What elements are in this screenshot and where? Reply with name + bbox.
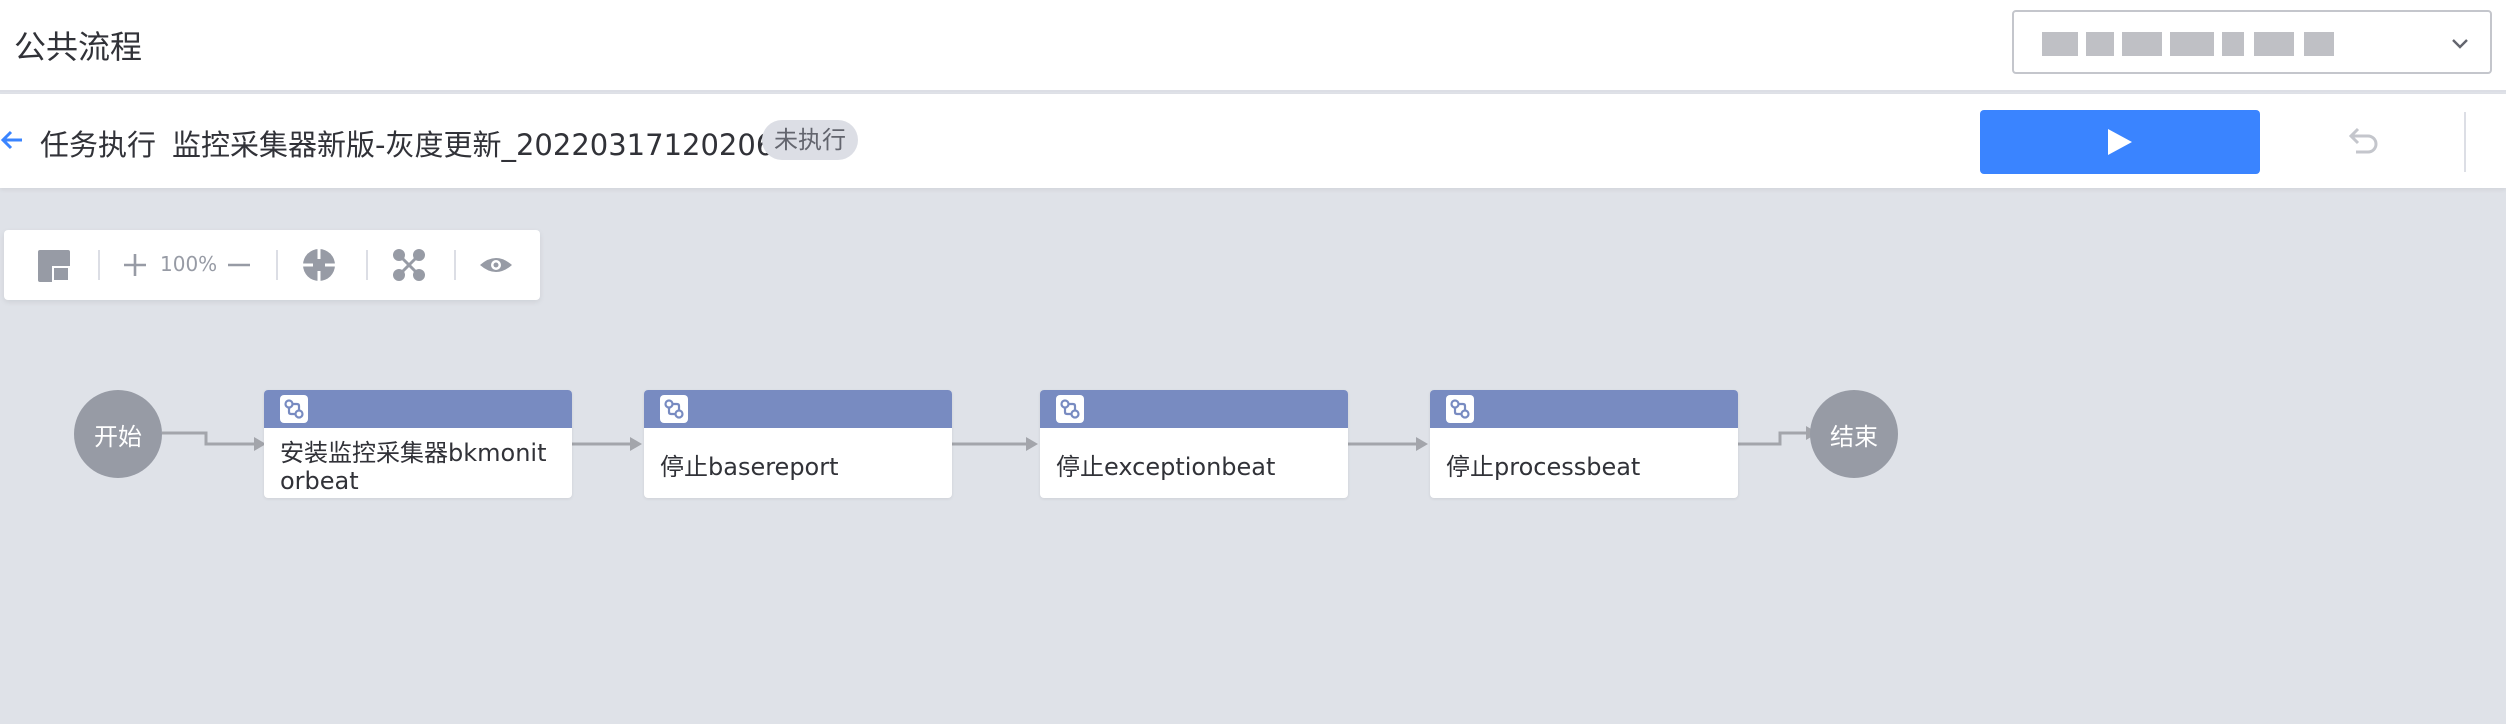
arrow-head	[1416, 437, 1428, 451]
task-node-header	[1040, 390, 1348, 428]
arrow-head	[630, 437, 642, 451]
task-node-label: 停止processbeat	[1446, 453, 1641, 481]
task-node-label: 停止basereport	[660, 453, 839, 481]
end-node-label: 结束	[1830, 422, 1878, 451]
task-node-stop-basereport[interactable]: 停止basereport	[644, 390, 952, 498]
app-root: 公共流程 任务执行 监控采集器新版-灰度更新_20220317120206 未执…	[0, 0, 2506, 724]
start-node-label: 开始	[94, 422, 142, 451]
task-node-header	[264, 390, 572, 428]
subprocess-icon	[1056, 395, 1084, 423]
task-node-label: 安装监控采集器bkmonitorbeat	[280, 439, 547, 495]
flow-edges	[162, 426, 1818, 451]
subprocess-icon	[280, 395, 308, 423]
start-node[interactable]: 开始	[74, 390, 162, 478]
edge-start-to-node1	[162, 431, 254, 446]
arrow-head	[1026, 437, 1038, 451]
task-node-label: 停止exceptionbeat	[1056, 453, 1276, 481]
subprocess-icon	[1446, 395, 1474, 423]
edge-node4-to-end	[1738, 431, 1806, 446]
subprocess-icon	[660, 395, 688, 423]
end-node[interactable]: 结束	[1810, 390, 1898, 478]
task-node-header	[644, 390, 952, 428]
task-node-install-bkmonitorbeat[interactable]: 安装监控采集器bkmonitorbeat	[264, 390, 572, 498]
task-node-stop-exceptionbeat[interactable]: 停止exceptionbeat	[1040, 390, 1348, 498]
task-node-stop-processbeat[interactable]: 停止processbeat	[1430, 390, 1738, 498]
task-node-header	[1430, 390, 1738, 428]
